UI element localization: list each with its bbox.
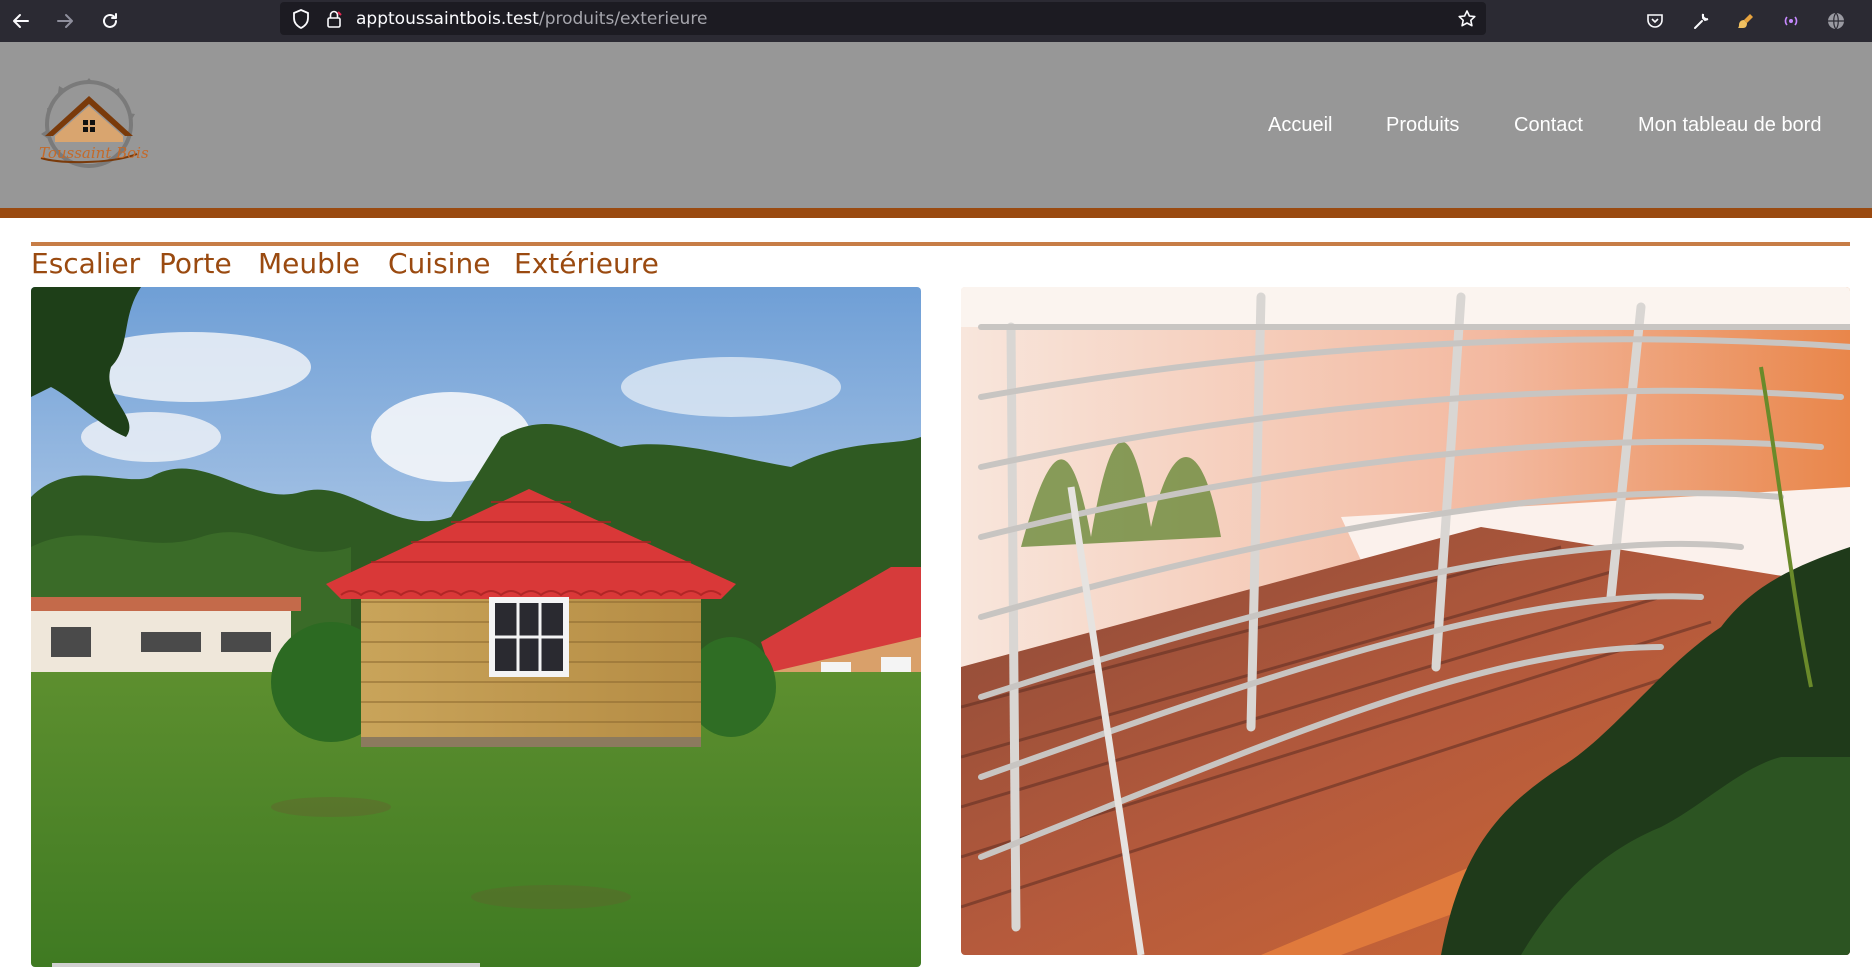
category-stairs-link[interactable]: Escalier (31, 247, 140, 280)
nav-products-link[interactable]: Produits (1386, 114, 1459, 137)
product-card[interactable] (961, 287, 1850, 955)
broadcast-icon[interactable] (1774, 4, 1808, 38)
star-icon[interactable] (1456, 8, 1478, 30)
lock-icon[interactable] (323, 8, 345, 30)
forward-icon[interactable] (48, 4, 82, 38)
category-furniture-link[interactable]: Meuble (258, 247, 360, 280)
globe-icon[interactable] (1819, 4, 1853, 38)
category-kitchen-link[interactable]: Cuisine (388, 247, 490, 280)
header-accent-stripe (0, 208, 1872, 218)
shield-icon[interactable] (290, 8, 312, 30)
product-card[interactable] (31, 287, 921, 967)
nav-home-link[interactable]: Accueil (1268, 114, 1332, 137)
url-text[interactable]: apptoussaintbois.test/produits/exterieur… (356, 9, 707, 29)
back-icon[interactable] (4, 4, 38, 38)
reload-icon[interactable] (93, 4, 127, 38)
browser-toolbar: apptoussaintbois.test/produits/exterieur… (0, 0, 1872, 42)
product-image-deck[interactable] (961, 287, 1850, 955)
category-divider (31, 242, 1850, 246)
product-image-cabin[interactable] (31, 287, 921, 967)
category-exterior-link[interactable]: Extérieure (514, 247, 659, 280)
pocket-icon[interactable] (1638, 4, 1672, 38)
url-path: /produits/exterieure (538, 9, 708, 29)
nav-dashboard-link[interactable]: Mon tableau de bord (1638, 114, 1821, 137)
wrench-icon[interactable] (1684, 4, 1718, 38)
logo-text: Toussaint Bois (39, 144, 149, 162)
site-logo[interactable]: Toussaint Bois (33, 78, 149, 174)
url-bar[interactable]: apptoussaintbois.test/produits/exterieur… (280, 2, 1486, 35)
url-host: apptoussaintbois.test (356, 9, 539, 29)
nav-contact-link[interactable]: Contact (1514, 114, 1583, 137)
horizontal-scrollbar[interactable] (52, 963, 480, 967)
brush-icon[interactable] (1729, 4, 1763, 38)
category-door-link[interactable]: Porte (159, 247, 232, 280)
site-header (0, 42, 1872, 208)
